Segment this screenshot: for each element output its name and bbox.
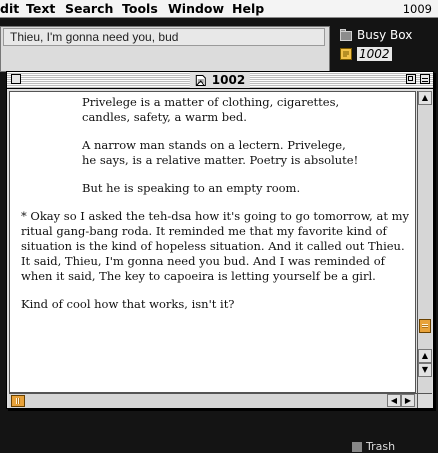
resize-handle[interactable]	[417, 393, 432, 408]
scroll-up-arrow-icon[interactable]: ▲	[418, 349, 432, 363]
menu-edit[interactable]: dit	[0, 1, 19, 17]
folder-icon	[340, 29, 352, 41]
document-icon	[195, 74, 206, 86]
text-line: A narrow man stands on a lectern. Privel…	[82, 138, 346, 152]
background-window-field[interactable]: Thieu, I'm gonna need you, bud	[3, 28, 325, 46]
menu-clock[interactable]: 1009	[403, 1, 432, 17]
trash-icon	[352, 441, 362, 452]
menu-search[interactable]: Search	[65, 1, 113, 17]
text-area[interactable]: Privelege is a matter of clothing, cigar…	[9, 91, 416, 393]
desktop-item-label: Busy Box	[357, 28, 413, 42]
desktop-item-busy-box[interactable]: Busy Box	[340, 28, 412, 42]
document-icon	[340, 48, 352, 60]
menu-help[interactable]: Help	[232, 1, 264, 17]
desktop-item-1002[interactable]: 1002	[340, 47, 392, 61]
paragraph: A narrow man stands on a lectern. Privel…	[21, 138, 413, 168]
document-text: Privelege is a matter of clothing, cigar…	[21, 95, 413, 325]
paragraph: * Okay so I asked the teh-dsa how it's g…	[21, 209, 413, 284]
window-title: 1002	[189, 72, 251, 88]
desktop-item-trash[interactable]: Trash	[352, 440, 395, 453]
menu-window[interactable]: Window	[168, 1, 224, 17]
text-line: he says, is a relative matter. Poetry is…	[82, 153, 359, 167]
scroll-up-arrow-icon[interactable]: ▲	[418, 91, 432, 105]
vertical-scroll-thumb[interactable]	[419, 319, 431, 333]
paragraph: Kind of cool how that works, isn't it?	[21, 297, 413, 312]
paragraph: Privelege is a matter of clothing, cigar…	[21, 95, 413, 125]
desktop-item-label: Trash	[366, 440, 396, 453]
scroll-right-arrow-icon[interactable]: ▶	[401, 394, 415, 407]
menu-bar: dit Text Search Tools Window Help 1009	[0, 0, 438, 18]
background-window[interactable]: Thieu, I'm gonna need you, bud	[0, 26, 330, 72]
vertical-scrollbar[interactable]: ▲ ▲ ▼	[417, 91, 432, 393]
title-bar[interactable]: 1002	[7, 72, 433, 89]
menu-tools[interactable]: Tools	[122, 1, 158, 17]
scroll-down-arrow-icon[interactable]: ▼	[418, 363, 432, 377]
menu-text[interactable]: Text	[26, 1, 55, 17]
window-title-text: 1002	[211, 73, 246, 87]
text-line: Privelege is a matter of clothing, cigar…	[82, 95, 340, 109]
text-line: candles, safety, a warm bed.	[82, 110, 247, 124]
document-window[interactable]: 1002 Privelege is a matter of clothing, …	[6, 71, 434, 409]
paragraph: But he is speaking to an empty room.	[21, 181, 413, 196]
horizontal-scroll-thumb[interactable]	[11, 395, 25, 407]
text-line: But he is speaking to an empty room.	[82, 181, 301, 195]
scroll-left-arrow-icon[interactable]: ◀	[387, 394, 401, 407]
text-line: * Okay so I asked the teh-dsa how it's g…	[21, 209, 410, 283]
text-line: Kind of cool how that works, isn't it?	[21, 297, 235, 311]
desktop-item-label: 1002	[357, 47, 392, 61]
horizontal-scrollbar[interactable]: ◀ ▶	[9, 393, 417, 408]
close-box[interactable]	[11, 74, 21, 84]
zoom-box[interactable]	[406, 74, 416, 84]
collapse-box[interactable]	[420, 74, 430, 84]
